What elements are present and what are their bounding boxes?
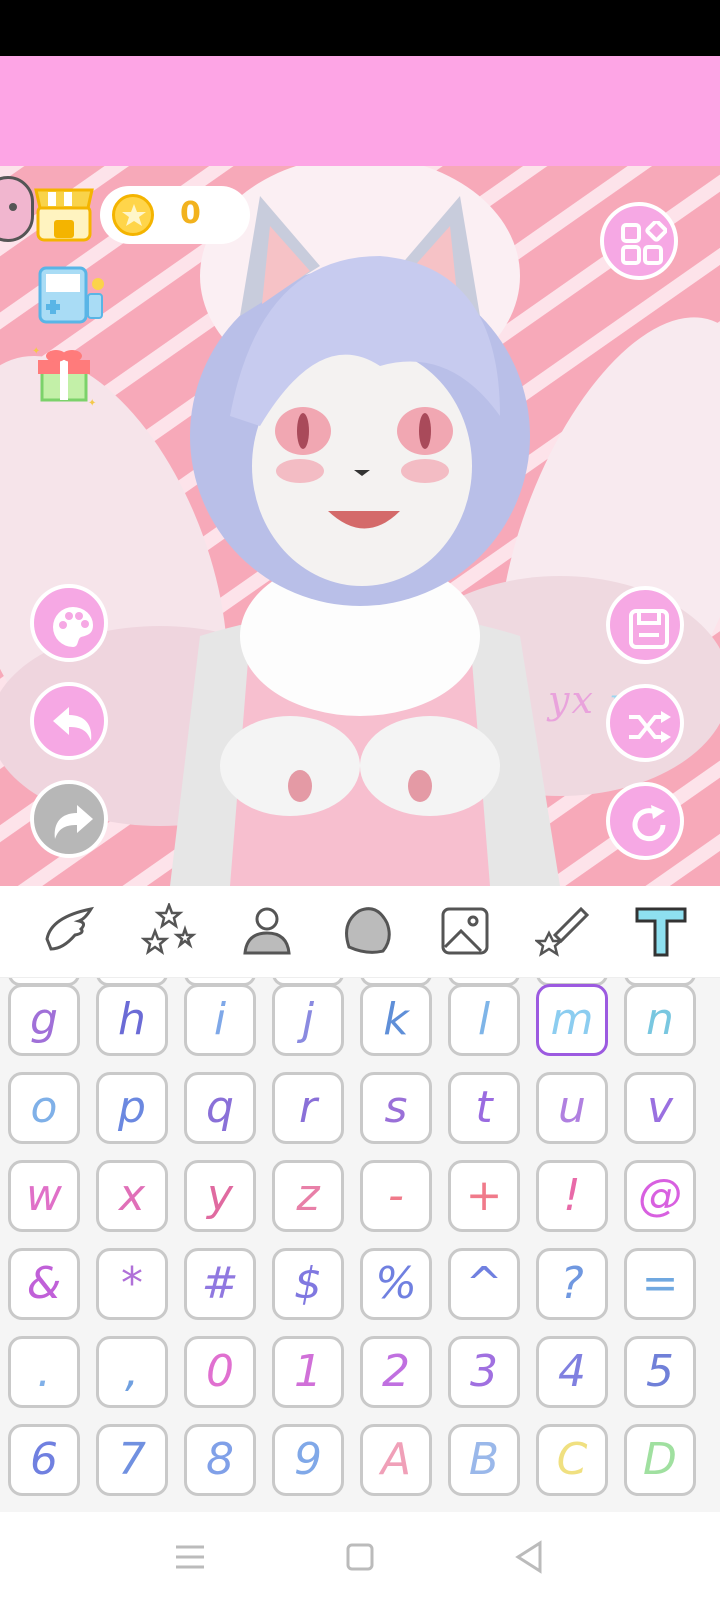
letter-key[interactable]: i xyxy=(184,984,256,1056)
letter-key[interactable]: ? xyxy=(536,1248,608,1320)
letter-key[interactable]: . xyxy=(8,1336,80,1408)
letter-key[interactable]: ! xyxy=(536,1160,608,1232)
reset-icon xyxy=(632,805,666,842)
letter-key[interactable]: 7 xyxy=(96,1424,168,1496)
arcade-machine-icon[interactable] xyxy=(36,264,108,326)
background-tab[interactable] xyxy=(432,898,498,964)
letter-key[interactable]: q xyxy=(184,1072,256,1144)
letter-key[interactable]: $ xyxy=(272,1248,344,1320)
letter-key[interactable]: p xyxy=(96,1072,168,1144)
gift-icon[interactable]: ✦ ✦ xyxy=(30,340,102,412)
letter-key[interactable]: + xyxy=(448,1160,520,1232)
shuffle-button[interactable] xyxy=(606,684,684,762)
letter-key[interactable]: y xyxy=(184,1160,256,1232)
save-icon xyxy=(629,609,669,649)
person-icon xyxy=(243,907,291,955)
letter-key[interactable]: 5 xyxy=(624,1336,696,1408)
letter-key[interactable]: - xyxy=(360,1160,432,1232)
letter-key[interactable]: v xyxy=(624,1072,696,1144)
letter-key[interactable]: 4 xyxy=(536,1336,608,1408)
letter-key[interactable]: s xyxy=(360,1072,432,1144)
letter-key[interactable]: B xyxy=(448,1424,520,1496)
letter-key[interactable]: n xyxy=(624,984,696,1056)
letter-key[interactable]: A xyxy=(360,1424,432,1496)
letter-key[interactable]: x xyxy=(96,1160,168,1232)
home-icon[interactable] xyxy=(338,1535,382,1579)
effects-tab[interactable] xyxy=(530,898,596,964)
letter-key[interactable]: j xyxy=(272,984,344,1056)
letter-key[interactable]: o xyxy=(8,1072,80,1144)
letter-grid: g h i j k l m n o p q r s t u v w x y z - +! @ & * # $% ^? =., 0 1 2 3 4 5… xyxy=(0,978,720,1512)
letter-key[interactable]: # xyxy=(184,1248,256,1320)
letter-key[interactable]: h xyxy=(96,984,168,1056)
text-icon xyxy=(635,907,687,957)
letter-key[interactable]: & xyxy=(8,1248,80,1320)
redo-button[interactable] xyxy=(30,780,108,858)
head-tab[interactable] xyxy=(334,898,400,964)
letter-key[interactable]: C xyxy=(536,1424,608,1496)
image-icon xyxy=(441,907,489,955)
letter-key[interactable]: * xyxy=(96,1248,168,1320)
letter-key[interactable]: @ xyxy=(624,1160,696,1232)
status-bar xyxy=(0,0,720,56)
letter-key[interactable]: % xyxy=(360,1248,432,1320)
letter-key[interactable]: 0 xyxy=(184,1336,256,1408)
letter-key[interactable]: k xyxy=(360,984,432,1056)
letter-key[interactable]: 3 xyxy=(448,1336,520,1408)
letter-key[interactable]: z xyxy=(272,1160,344,1232)
coin-icon xyxy=(112,194,154,236)
letter-key[interactable]: 8 xyxy=(184,1424,256,1496)
letter-key[interactable]: r xyxy=(272,1072,344,1144)
categories-grid-icon xyxy=(621,221,667,265)
undo-icon xyxy=(53,707,92,741)
palette-button[interactable] xyxy=(30,584,108,662)
letter-key[interactable]: , xyxy=(96,1336,168,1408)
categories-button[interactable] xyxy=(600,202,678,280)
letter-key[interactable]: ^ xyxy=(448,1248,520,1320)
letter-key[interactable]: D xyxy=(624,1424,696,1496)
ad-banner xyxy=(0,56,720,166)
letter-key[interactable]: 6 xyxy=(8,1424,80,1496)
letter-key[interactable]: g xyxy=(8,984,80,1056)
stars-icon xyxy=(141,903,197,955)
text-tab[interactable] xyxy=(628,898,694,964)
shuffle-icon xyxy=(629,711,671,743)
letter-key[interactable]: 1 xyxy=(272,1336,344,1408)
reset-button[interactable] xyxy=(606,782,684,860)
wings-icon xyxy=(45,906,95,951)
wings-tab[interactable] xyxy=(36,898,102,964)
wand-icon xyxy=(535,906,590,957)
letter-key[interactable]: 9 xyxy=(272,1424,344,1496)
letter-key[interactable]: m xyxy=(536,984,608,1056)
letter-key[interactable]: = xyxy=(624,1248,696,1320)
back-icon[interactable] xyxy=(508,1535,552,1579)
character-canvas: yx m xyxy=(0,166,720,886)
letter-key[interactable]: w xyxy=(8,1160,80,1232)
letter-key[interactable]: l xyxy=(448,984,520,1056)
undo-button[interactable] xyxy=(30,682,108,760)
stars-tab[interactable] xyxy=(136,898,202,964)
palette-icon xyxy=(53,607,93,647)
svg-text:✦: ✦ xyxy=(88,398,96,409)
signature-main: yx xyxy=(548,678,595,722)
svg-text:✦: ✦ xyxy=(32,346,40,357)
save-button[interactable] xyxy=(606,586,684,664)
menu-icon[interactable] xyxy=(168,1535,212,1579)
letter-key[interactable]: u xyxy=(536,1072,608,1144)
redo-icon xyxy=(54,805,93,839)
body-tab[interactable] xyxy=(234,898,300,964)
coin-count: 0 xyxy=(180,196,201,231)
character-illustration xyxy=(0,166,720,886)
shop-icon[interactable] xyxy=(34,180,94,244)
head-icon xyxy=(345,907,391,954)
letter-key[interactable]: 2 xyxy=(360,1336,432,1408)
letter-key[interactable]: t xyxy=(448,1072,520,1144)
